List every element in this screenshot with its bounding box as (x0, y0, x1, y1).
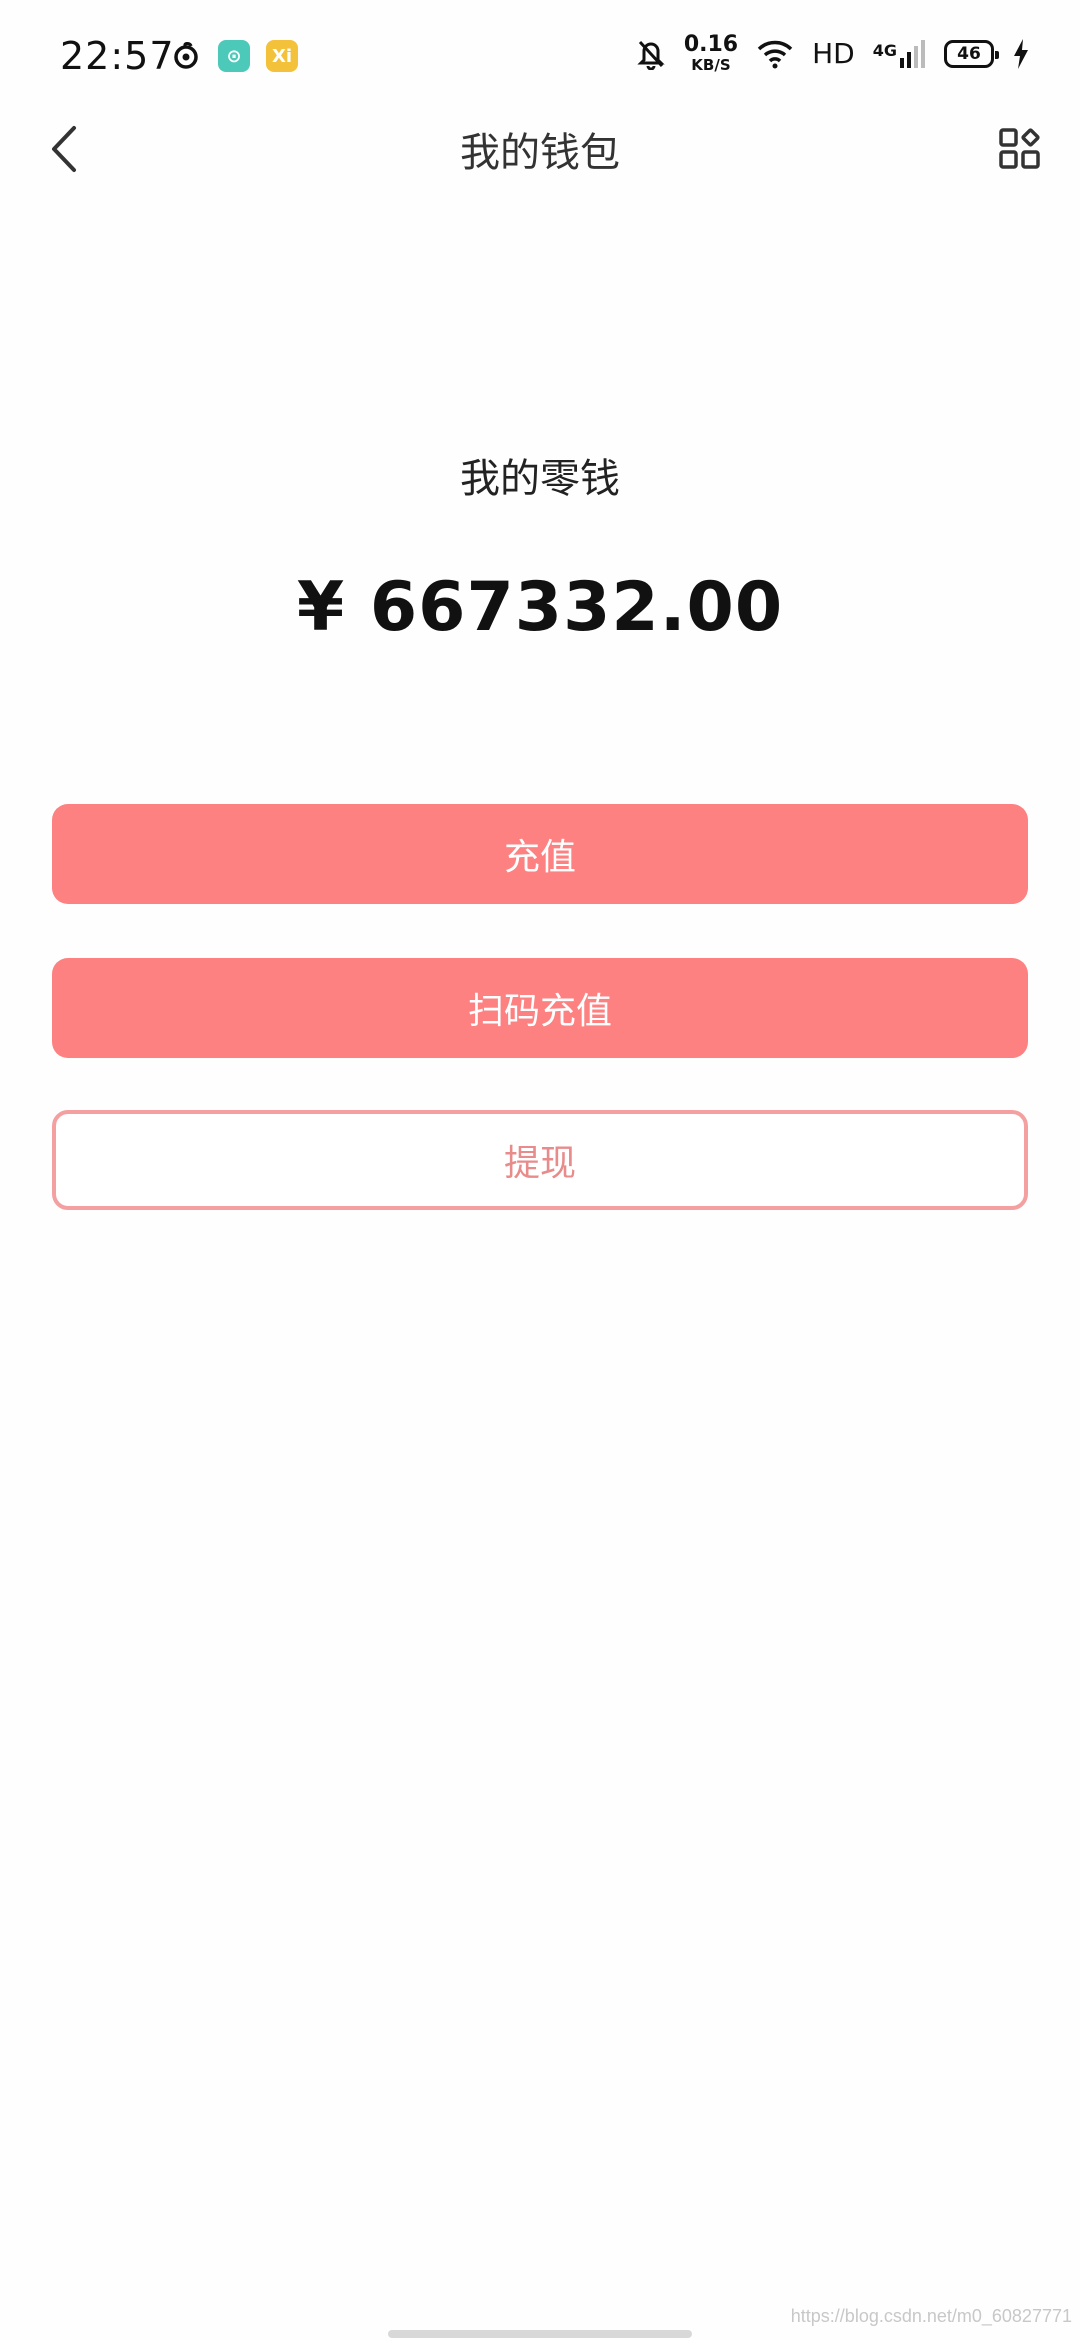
grid-icon (999, 128, 1040, 169)
xi-app-icon: Xi (266, 40, 298, 72)
wifi-icon (757, 40, 793, 68)
status-bar: 22:57 ⊙ Xi 0.16 KB/S HD 4G 46 (0, 0, 1080, 112)
recharge-button[interactable]: 充值 (52, 804, 1028, 904)
status-right-icons: 0.16 KB/S HD 4G 46 (636, 34, 1030, 73)
charging-bolt-icon (1014, 38, 1028, 69)
app-header: 我的钱包 (0, 112, 1080, 240)
balance-amount: ¥ 667332.00 (296, 568, 784, 647)
netease-music-icon (174, 42, 198, 69)
network-speed: 0.16 KB/S (683, 32, 739, 74)
watermark-text: https://blog.csdn.net/m0_60827771 (790, 2306, 1072, 2326)
bell-muted-icon (637, 40, 665, 70)
signal-bars-icon (900, 39, 925, 68)
status-time: 22:57 (60, 34, 175, 78)
cellular-signal: 4G (872, 39, 926, 68)
scan-recharge-button-label: 扫码充值 (467, 991, 612, 1032)
withdraw-button[interactable]: 提现 (52, 1110, 1028, 1210)
network-type-label: 4G (872, 40, 897, 60)
withdraw-button-label: 提现 (503, 1143, 576, 1184)
wallet-screen: 22:57 ⊙ Xi 0.16 KB/S HD 4G 46 我的钱包 我的零钱 … (0, 0, 1080, 2340)
chat-app-icon: ⊙ (218, 40, 250, 72)
status-app-icons: ⊙ Xi (170, 40, 298, 72)
balance-label: 我的零钱 (460, 456, 620, 502)
scan-recharge-button[interactable]: 扫码充值 (52, 958, 1028, 1058)
battery-indicator: 46 (944, 39, 999, 68)
home-indicator[interactable] (388, 2330, 692, 2338)
app-grid-button[interactable] (980, 112, 1060, 186)
recharge-button-label: 充值 (503, 837, 576, 878)
page-title: 我的钱包 (460, 130, 620, 176)
hd-label: HD (812, 37, 855, 70)
